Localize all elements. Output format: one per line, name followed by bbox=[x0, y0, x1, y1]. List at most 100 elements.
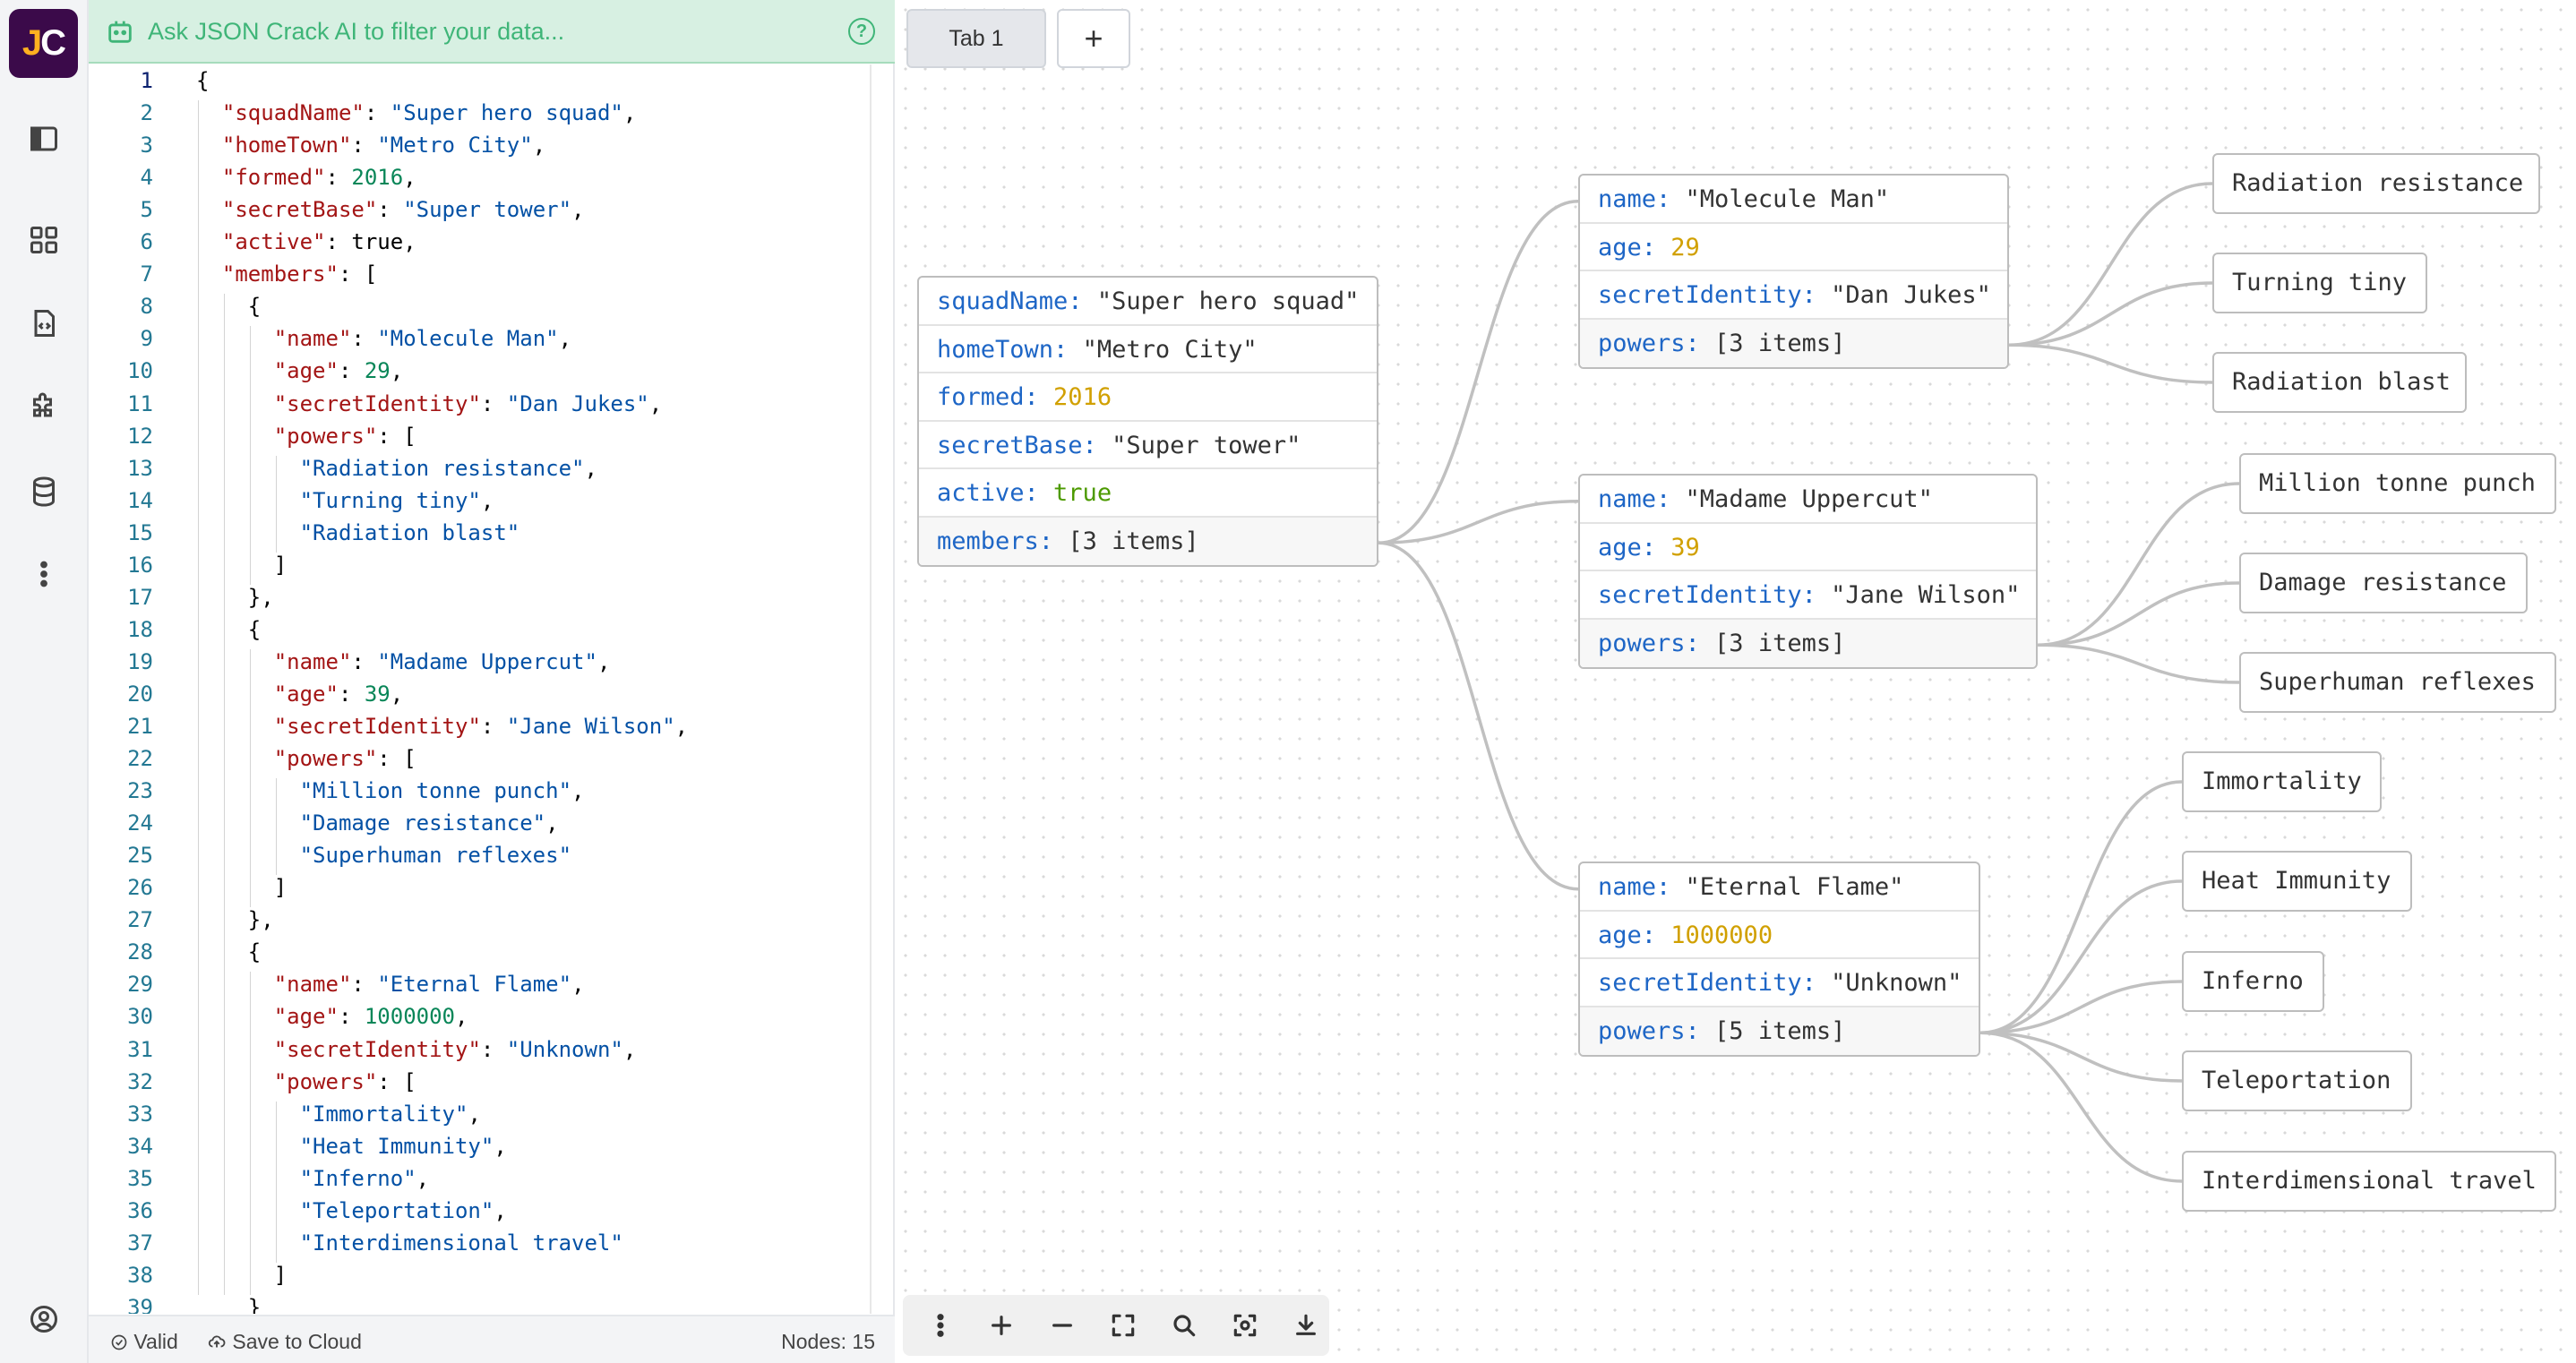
node-row-hometown: homeTown: "Metro City" bbox=[919, 326, 1377, 373]
code-line[interactable]: 33 "Immortality", bbox=[89, 1102, 895, 1134]
app-logo[interactable]: JC bbox=[9, 9, 78, 78]
code-line[interactable]: 34 "Heat Immunity", bbox=[89, 1134, 895, 1166]
code-line[interactable]: 7 "members": [ bbox=[89, 261, 895, 294]
line-number: 16 bbox=[127, 552, 153, 578]
graph-leaf-node[interactable]: Million tonne punch bbox=[2239, 453, 2556, 514]
graph-leaf-node[interactable]: Inferno bbox=[2182, 951, 2324, 1012]
code-line[interactable]: 21 "secretIdentity": "Jane Wilson", bbox=[89, 714, 895, 746]
code-line[interactable]: 24 "Damage resistance", bbox=[89, 810, 895, 843]
code-line[interactable]: 2 "squadName": "Super hero squad", bbox=[89, 100, 895, 133]
grid-icon[interactable] bbox=[21, 218, 66, 262]
node-key: homeTown: bbox=[937, 335, 1083, 364]
code-line[interactable]: 20 "age": 39, bbox=[89, 682, 895, 714]
line-number: 37 bbox=[127, 1230, 153, 1256]
graph-leaf-node[interactable]: Heat Immunity bbox=[2182, 851, 2412, 912]
graph-edge bbox=[1979, 780, 2183, 1034]
graph-leaf-node[interactable]: Radiation resistance bbox=[2212, 153, 2540, 214]
graph-leaf-node[interactable]: Interdimensional travel bbox=[2182, 1151, 2556, 1212]
database-icon[interactable] bbox=[21, 469, 66, 514]
code-editor[interactable]: 1{2 "squadName": "Super hero squad", 3 "h… bbox=[89, 64, 895, 1314]
node-row-secretidentity: secretIdentity: "Unknown" bbox=[1580, 959, 1979, 1007]
line-content: "members": [ bbox=[221, 261, 378, 287]
save-to-cloud-button[interactable]: Save to Cloud bbox=[207, 1330, 362, 1354]
line-content: "squadName": "Super hero squad", bbox=[221, 100, 637, 126]
code-line[interactable]: 36 "Teleportation", bbox=[89, 1198, 895, 1230]
puzzle-icon[interactable] bbox=[21, 385, 66, 430]
line-number: 30 bbox=[127, 1004, 153, 1030]
code-line[interactable]: 9 "name": "Molecule Man", bbox=[89, 326, 895, 358]
download-button[interactable] bbox=[1286, 1306, 1326, 1345]
node-row-powers: powers: [3 items] bbox=[1580, 319, 2007, 367]
code-line[interactable]: 37 "Interdimensional travel" bbox=[89, 1230, 895, 1263]
graph-leaf-node[interactable]: Superhuman reflexes bbox=[2239, 652, 2556, 713]
graph-member-node[interactable]: name: "Madame Uppercut" age: 39 secretIden… bbox=[1578, 474, 2038, 669]
code-line[interactable]: 14 "Turning tiny", bbox=[89, 488, 895, 520]
code-line[interactable]: 22 "powers": [ bbox=[89, 746, 895, 778]
graph-leaf-node[interactable]: Radiation blast bbox=[2212, 352, 2467, 413]
code-line[interactable]: 30 "age": 1000000, bbox=[89, 1004, 895, 1036]
code-line[interactable]: 25 "Superhuman reflexes" bbox=[89, 843, 895, 875]
editor-scrollbar[interactable] bbox=[870, 64, 872, 1314]
user-circle-icon[interactable] bbox=[21, 1297, 66, 1342]
graph-member-node[interactable]: name: "Eternal Flame" age: 1000000 secretI… bbox=[1578, 862, 1980, 1057]
graph-root-node[interactable]: squadName: "Super hero squad" homeTown: "… bbox=[917, 276, 1378, 567]
zoom-in-button[interactable] bbox=[982, 1306, 1021, 1345]
code-line[interactable]: 18 { bbox=[89, 617, 895, 649]
code-line[interactable]: 15 "Radiation blast" bbox=[89, 520, 895, 553]
code-line[interactable]: 19 "name": "Madame Uppercut", bbox=[89, 649, 895, 682]
sidebar-toggle-icon[interactable] bbox=[21, 116, 66, 161]
node-row-secretbase: secretBase: "Super tower" bbox=[919, 422, 1377, 469]
code-line[interactable]: 32 "powers": [ bbox=[89, 1069, 895, 1102]
code-line[interactable]: 23 "Million tonne punch", bbox=[89, 778, 895, 810]
node-value: 29 bbox=[1670, 233, 1700, 261]
file-code-icon[interactable] bbox=[21, 301, 66, 346]
code-line[interactable]: 31 "secretIdentity": "Unknown", bbox=[89, 1037, 895, 1069]
code-line[interactable]: 16 ] bbox=[89, 553, 895, 585]
line-content: } bbox=[196, 1294, 262, 1314]
more-vertical-icon[interactable] bbox=[21, 552, 66, 596]
code-line[interactable]: 4 "formed": 2016, bbox=[89, 165, 895, 197]
node-value: [3 items] bbox=[1068, 527, 1199, 555]
code-line[interactable]: 8 { bbox=[89, 294, 895, 326]
code-line[interactable]: 6 "active": true, bbox=[89, 229, 895, 261]
node-value: 2016 bbox=[1053, 383, 1112, 411]
line-number: 38 bbox=[127, 1262, 153, 1288]
code-line[interactable]: 10 "age": 29, bbox=[89, 358, 895, 390]
code-line[interactable]: 28 { bbox=[89, 939, 895, 972]
code-line[interactable]: 29 "name": "Eternal Flame", bbox=[89, 972, 895, 1004]
zoom-out-button[interactable] bbox=[1043, 1306, 1082, 1345]
ai-filter-bar[interactable]: Ask JSON Crack AI to filter your data...… bbox=[89, 0, 895, 64]
graph-leaf-node[interactable]: Damage resistance bbox=[2239, 553, 2528, 613]
code-line[interactable]: 11 "secretIdentity": "Dan Jukes", bbox=[89, 391, 895, 424]
graph-leaf-node[interactable]: Turning tiny bbox=[2212, 253, 2427, 313]
graph-leaf-node[interactable]: Teleportation bbox=[2182, 1050, 2412, 1111]
line-content: ] bbox=[196, 552, 288, 578]
help-icon[interactable]: ? bbox=[848, 18, 875, 45]
code-line[interactable]: 17 }, bbox=[89, 585, 895, 617]
code-line[interactable]: 26 ] bbox=[89, 875, 895, 907]
graph-canvas[interactable]: Tab 1 + squadName: "Super hero squad" hom… bbox=[896, 0, 2576, 1363]
line-content: "secretBase": "Super tower", bbox=[221, 197, 585, 223]
more-options-button[interactable] bbox=[921, 1306, 960, 1345]
graph-member-node[interactable]: name: "Molecule Man" age: 29 secretIdentit… bbox=[1578, 174, 2009, 369]
graph-edge bbox=[2037, 643, 2240, 684]
zoom-out-icon bbox=[1052, 1324, 1072, 1327]
code-line[interactable]: 38 ] bbox=[89, 1263, 895, 1295]
line-number: 28 bbox=[127, 939, 153, 965]
code-line[interactable]: 27 }, bbox=[89, 907, 895, 939]
node-row-squadname: squadName: "Super hero squad" bbox=[919, 278, 1377, 326]
code-line[interactable]: 13 "Radiation resistance", bbox=[89, 456, 895, 488]
graph-leaf-node[interactable]: Immortality bbox=[2182, 751, 2382, 812]
focus-button[interactable] bbox=[1225, 1306, 1265, 1345]
code-line[interactable]: 5 "secretBase": "Super tower", bbox=[89, 197, 895, 229]
node-row-age: age: 39 bbox=[1580, 524, 2036, 571]
code-line[interactable]: 12 "powers": [ bbox=[89, 424, 895, 456]
ai-filter-input[interactable]: Ask JSON Crack AI to filter your data... bbox=[148, 18, 564, 46]
code-line[interactable]: 3 "homeTown": "Metro City", bbox=[89, 133, 895, 165]
fit-screen-button[interactable] bbox=[1103, 1306, 1143, 1345]
code-line[interactable]: 35 "Inferno", bbox=[89, 1166, 895, 1198]
code-line[interactable]: 39 } bbox=[89, 1295, 895, 1314]
search-button[interactable] bbox=[1164, 1306, 1204, 1345]
node-key: secretBase: bbox=[937, 431, 1112, 459]
code-line[interactable]: 1{ bbox=[89, 68, 895, 100]
